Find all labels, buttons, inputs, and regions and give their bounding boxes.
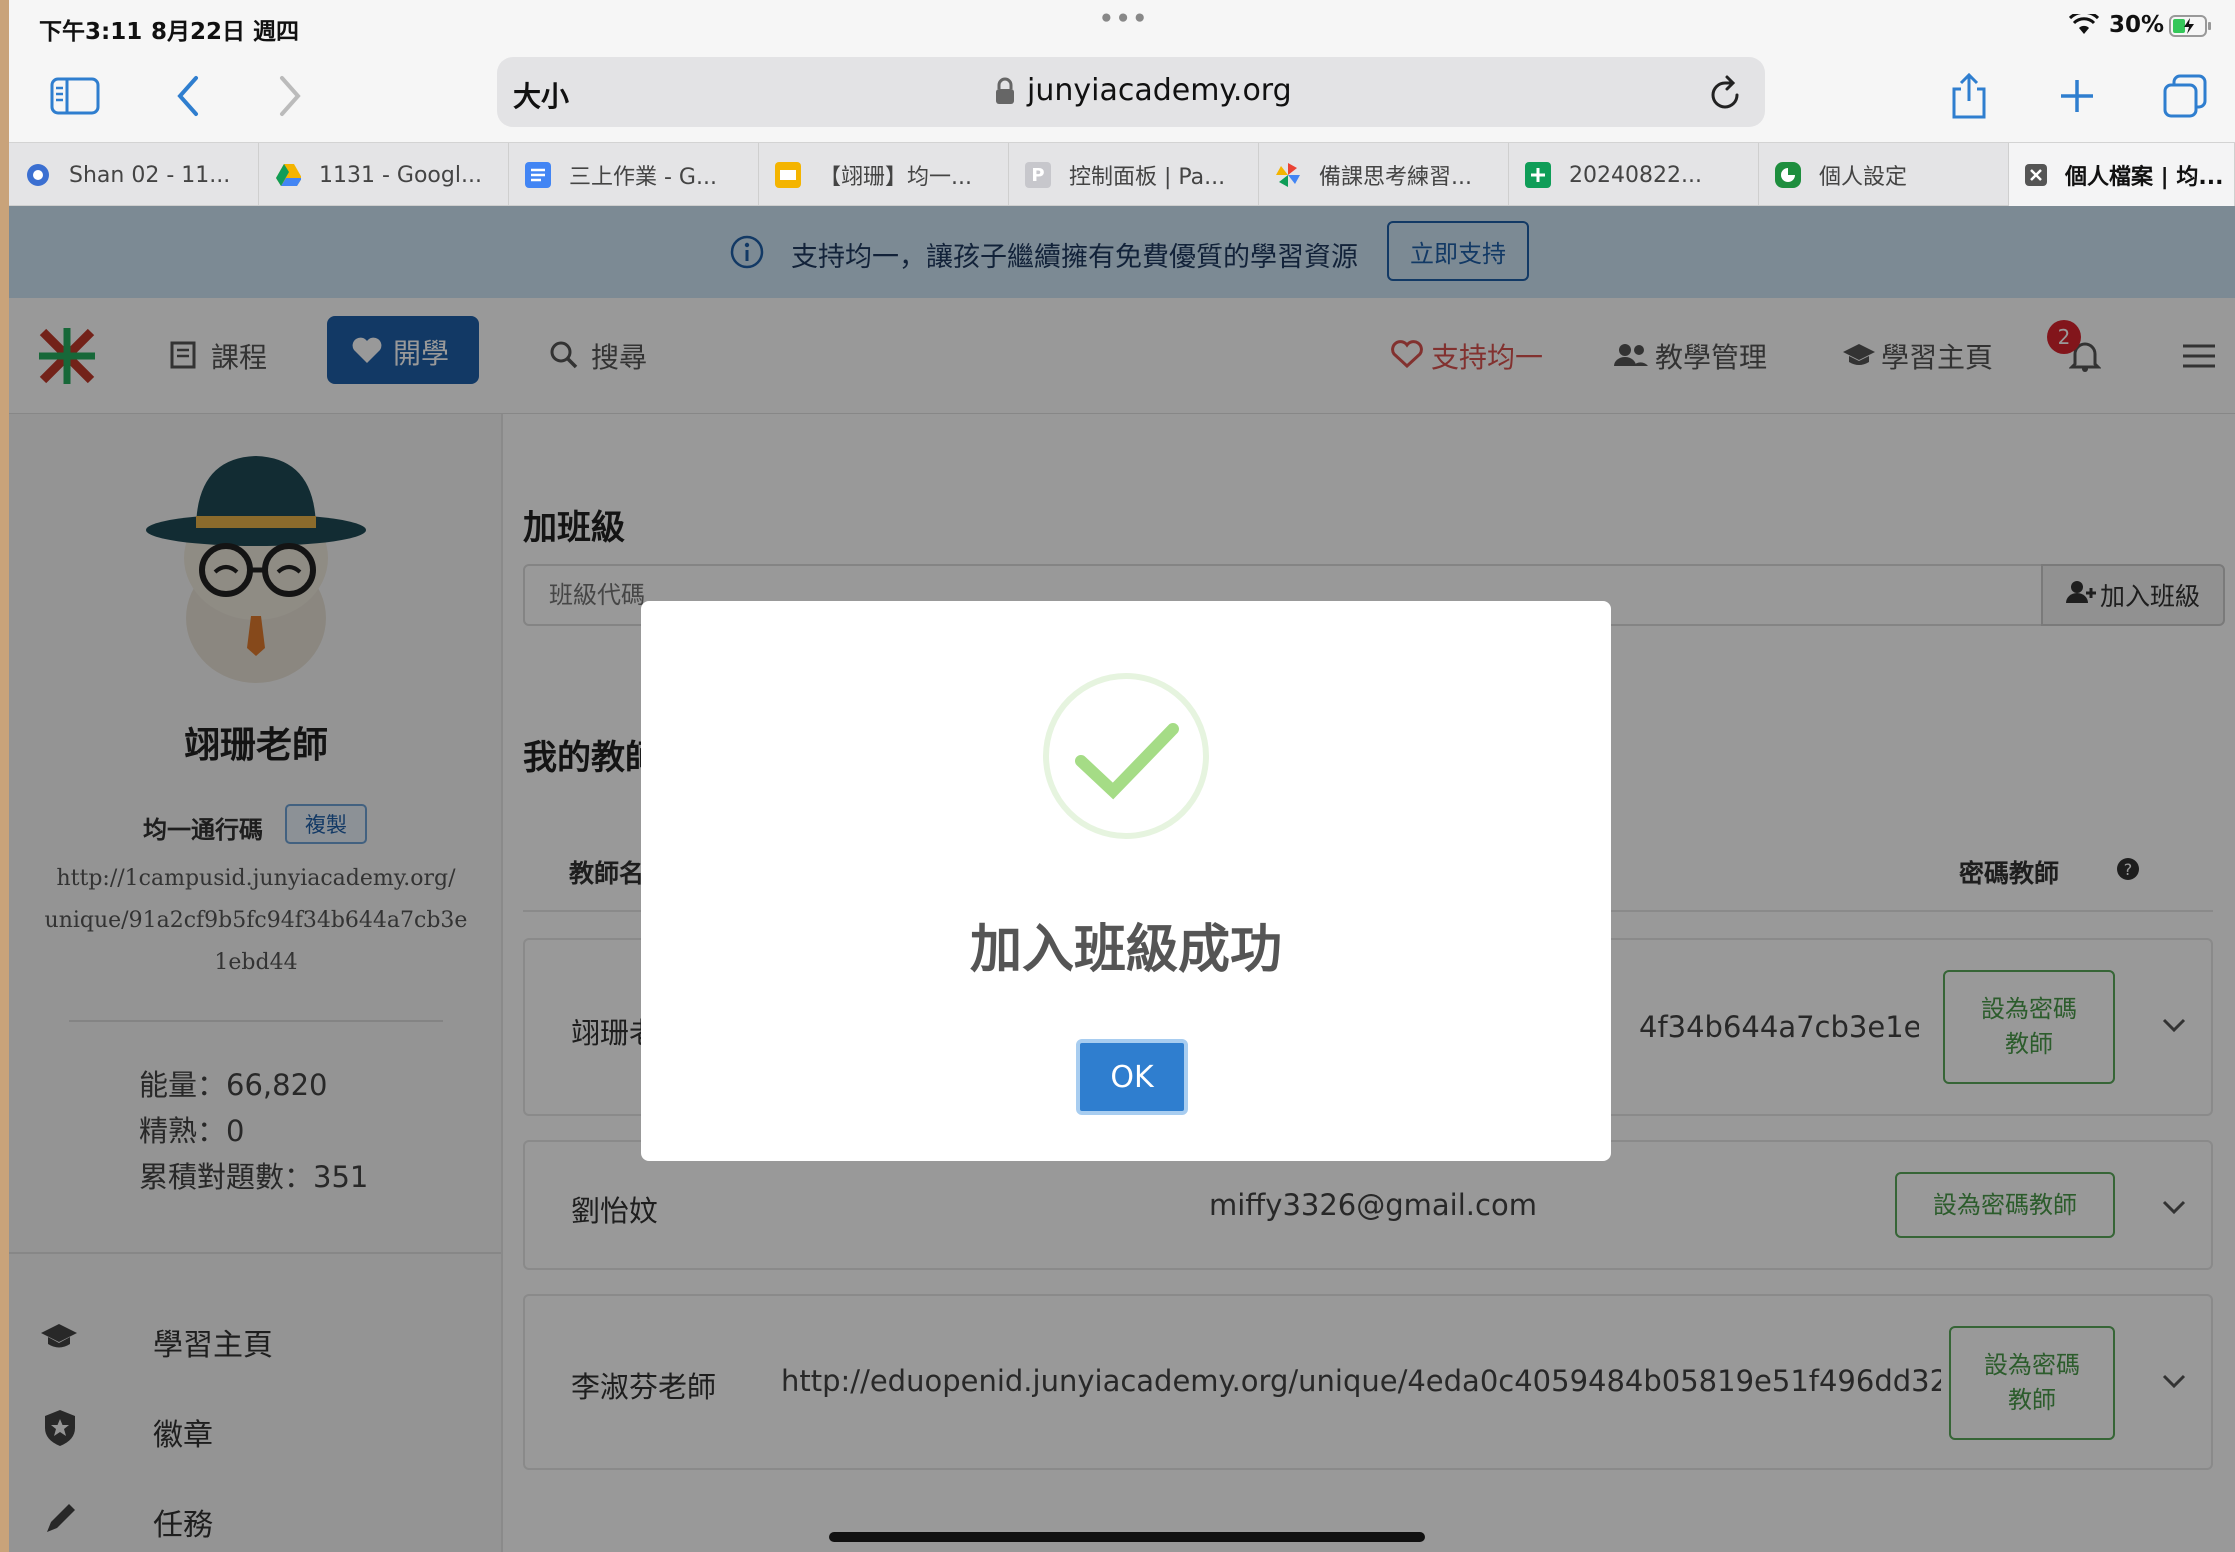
tab-3[interactable]: 三上作業 - G... [509, 143, 759, 207]
new-tab-icon[interactable] [2047, 66, 2107, 126]
pinwheel-icon [1275, 162, 1301, 188]
multitask-dots[interactable]: ••• [1099, 6, 1149, 32]
battery-percent: 30% [2109, 12, 2165, 38]
lock-icon [995, 77, 1015, 109]
tab-5[interactable]: P 控制面板 | Pa... [1009, 143, 1259, 207]
success-check-icon [1041, 671, 1211, 845]
forward-icon[interactable] [259, 66, 319, 126]
ipad-screen: 下午3:11 8月22日 週四 ••• 30% 大小 junyiacademy.… [9, 0, 2235, 1552]
home-indicator[interactable] [829, 1532, 1425, 1542]
drive-icon [275, 162, 301, 188]
url-text[interactable]: junyiacademy.org [1027, 73, 1292, 108]
tab-8[interactable]: 個人設定 [1759, 143, 2009, 207]
wifi-icon [2068, 10, 2100, 40]
tab-2[interactable]: 1131 - Googl... [259, 143, 509, 207]
status-time: 下午3:11 [39, 19, 143, 45]
tab-4[interactable]: 【翊珊】均一... [759, 143, 1009, 207]
browser-toolbar: 大小 junyiacademy.org [9, 52, 2235, 142]
docs-icon [525, 162, 551, 188]
close-tab-icon[interactable] [2025, 164, 2047, 186]
status-date: 8月22日 週四 [151, 19, 300, 45]
tab-bar: Shan 02 - 11... 1131 - Googl... 三上作業 - G… [9, 142, 2235, 207]
status-bar: 下午3:11 8月22日 週四 ••• 30% [9, 0, 2235, 52]
address-bar[interactable]: 大小 junyiacademy.org [497, 57, 1765, 127]
sidebar-toggle-icon[interactable] [45, 66, 105, 126]
battery-charging-icon [2169, 14, 2213, 42]
dialog-title: 加入班級成功 [969, 920, 1282, 980]
reload-icon[interactable] [1707, 73, 1743, 117]
sheets-icon [1525, 162, 1551, 188]
tab-overview-icon[interactable] [2155, 66, 2215, 126]
slides-icon [775, 162, 801, 188]
tab-7[interactable]: 20240822... [1509, 143, 1759, 207]
chrome-icon [25, 162, 51, 188]
back-icon[interactable] [159, 66, 219, 126]
tab-9-active[interactable]: 個人檔案 | 均... [2009, 143, 2235, 207]
ok-button[interactable]: OK [1076, 1039, 1188, 1115]
p-icon: P [1025, 162, 1051, 188]
tab-1[interactable]: Shan 02 - 11... [9, 143, 259, 207]
tab-6[interactable]: 備課思考練習... [1259, 143, 1509, 207]
classroom-icon [1775, 162, 1801, 188]
text-size-button[interactable]: 大小 [513, 75, 569, 115]
success-dialog: 加入班級成功 OK [641, 601, 1611, 1161]
share-icon[interactable] [1939, 66, 1999, 126]
